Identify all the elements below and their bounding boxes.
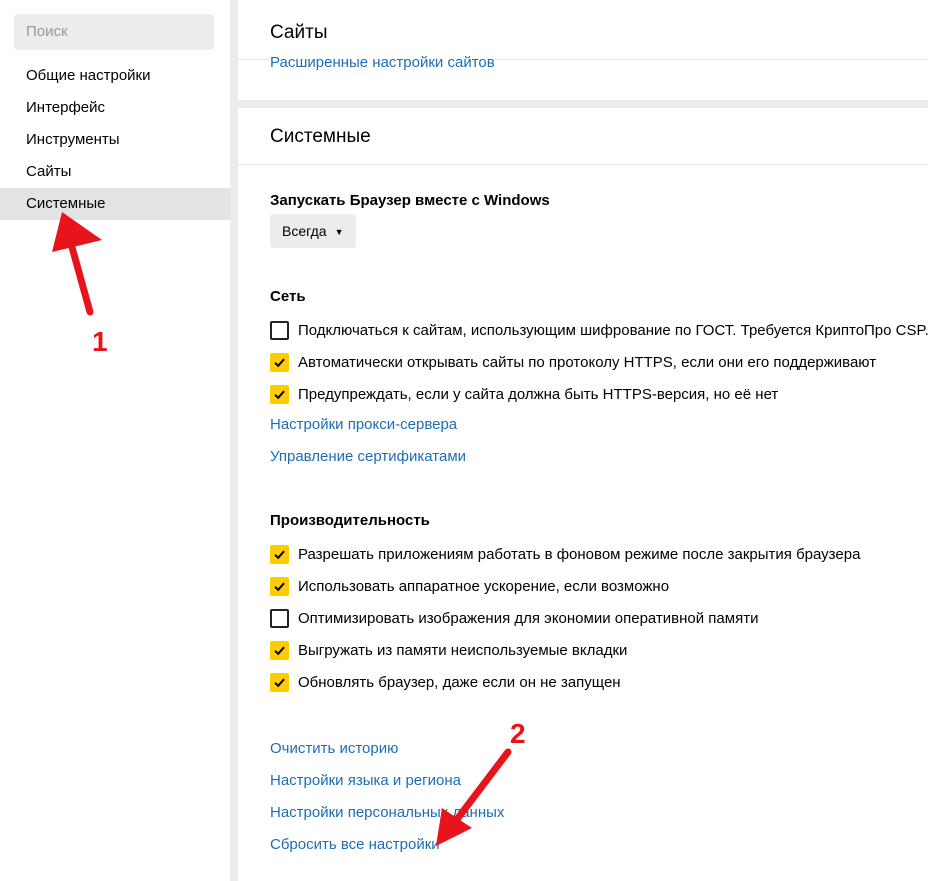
hw-accel-option-label: Использовать аппаратное ускорение, если …: [298, 577, 670, 595]
sites-title: Сайты: [270, 22, 328, 43]
startup-select-value: Всегда: [282, 223, 327, 239]
optimize-images-option[interactable]: Оптимизировать изображения для экономии …: [270, 607, 758, 629]
startup-label: Запускать Браузер вместе с Windows: [270, 192, 550, 209]
checkbox-unchecked[interactable]: [270, 320, 289, 340]
checkbox-unchecked[interactable]: [270, 608, 289, 628]
check-icon: [274, 678, 285, 687]
personal-data-link[interactable]: Настройки персональных данных: [270, 804, 504, 821]
certificates-link[interactable]: Управление сертификатами: [270, 448, 466, 465]
sites-panel: Сайты Расширенные настройки сайтов: [238, 0, 928, 100]
language-settings-link[interactable]: Настройки языка и региона: [270, 772, 461, 789]
checkbox-checked[interactable]: [270, 672, 289, 692]
sidebar-item-tools[interactable]: Инструменты: [0, 124, 230, 156]
annotation-number-2: 2: [510, 718, 526, 749]
background-apps-option[interactable]: Разрешать приложениям работать в фоновом…: [270, 543, 860, 565]
update-browser-option-label: Обновлять браузер, даже если он не запущ…: [298, 673, 621, 691]
checkbox-checked[interactable]: [270, 384, 289, 404]
sidebar-item-interface[interactable]: Интерфейс: [0, 92, 230, 124]
clear-history-link[interactable]: Очистить историю: [270, 740, 398, 757]
settings-sidebar: Поиск Общие настройки Интерфейс Инструме…: [0, 0, 230, 881]
background-apps-option-label: Разрешать приложениям работать в фоновом…: [298, 545, 861, 563]
unload-tabs-option-label: Выгружать из памяти неиспользуемые вклад…: [298, 641, 628, 659]
checkbox-checked[interactable]: [270, 352, 289, 372]
gost-option[interactable]: Подключаться к сайтам, использующим шифр…: [270, 319, 928, 341]
check-icon: [274, 358, 285, 367]
proxy-settings-link[interactable]: Настройки прокси-сервера: [270, 416, 457, 433]
system-title: Системные: [270, 126, 371, 147]
sidebar-nav: Общие настройки Интерфейс Инструменты Са…: [0, 60, 230, 220]
search-input[interactable]: Поиск: [14, 14, 214, 50]
check-icon: [274, 582, 285, 591]
sidebar-item-system[interactable]: Системные: [0, 188, 230, 220]
hw-accel-option[interactable]: Использовать аппаратное ускорение, если …: [270, 575, 669, 597]
system-divider: [238, 164, 928, 165]
check-icon: [274, 550, 285, 559]
performance-heading: Производительность: [270, 512, 430, 529]
https-auto-option[interactable]: Автоматически открывать сайты по протоко…: [270, 351, 876, 373]
checkbox-checked[interactable]: [270, 640, 289, 660]
update-browser-option[interactable]: Обновлять браузер, даже если он не запущ…: [270, 671, 621, 693]
sidebar-item-sites[interactable]: Сайты: [0, 156, 230, 188]
network-heading: Сеть: [270, 288, 306, 305]
check-icon: [274, 390, 285, 399]
unload-tabs-option[interactable]: Выгружать из памяти неиспользуемые вклад…: [270, 639, 627, 661]
checkbox-checked[interactable]: [270, 544, 289, 564]
annotation-number-1: 1: [92, 326, 108, 357]
https-warn-option-label: Предупреждать, если у сайта должна быть …: [298, 385, 779, 403]
checkbox-checked[interactable]: [270, 576, 289, 596]
optimize-images-option-label: Оптимизировать изображения для экономии …: [298, 609, 759, 627]
sidebar-item-general[interactable]: Общие настройки: [0, 60, 230, 92]
system-panel: Системные Запускать Браузер вместе с Win…: [238, 108, 928, 881]
advanced-site-settings-link[interactable]: Расширенные настройки сайтов: [270, 54, 495, 71]
https-warn-option[interactable]: Предупреждать, если у сайта должна быть …: [270, 383, 778, 405]
gost-option-label: Подключаться к сайтам, использующим шифр…: [298, 321, 928, 339]
startup-select[interactable]: Всегда ▼: [270, 214, 356, 248]
check-icon: [274, 646, 285, 655]
https-auto-option-label: Автоматически открывать сайты по протоко…: [298, 353, 877, 371]
chevron-down-icon: ▼: [334, 227, 344, 237]
reset-settings-link[interactable]: Сбросить все настройки: [270, 836, 440, 853]
